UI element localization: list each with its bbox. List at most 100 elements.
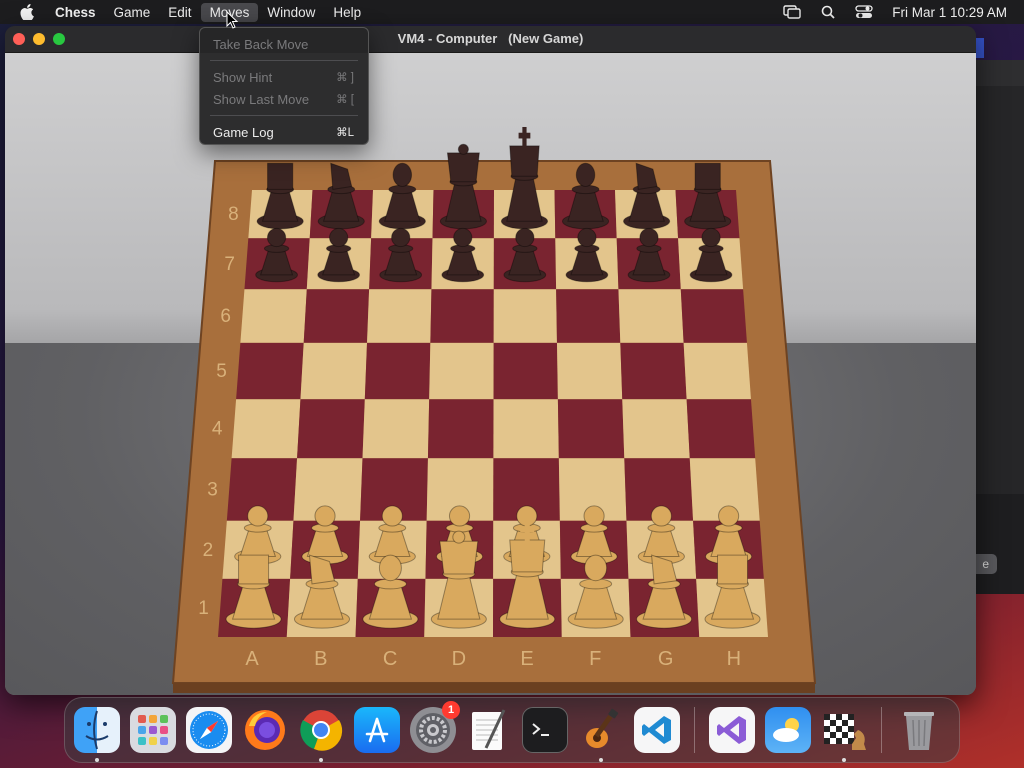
menu-clock[interactable]: Fri Mar 1 10:29 AM (892, 5, 1007, 20)
firefox-icon (245, 710, 285, 750)
chess-board[interactable]: 8 7 6 5 4 3 2 1 A B C D E F G H (5, 53, 976, 695)
board-square (231, 399, 301, 459)
menu-game[interactable]: Game (105, 3, 160, 22)
dock-chess[interactable] (821, 707, 867, 762)
window-title: VM4 - Computer (New Game) (397, 31, 584, 46)
dock-visual-studio[interactable] (709, 707, 755, 753)
menu-window[interactable]: Window (258, 3, 324, 22)
chess-scene: 8 7 6 5 4 3 2 1 A B C D E F G H (5, 53, 976, 695)
board-frame-edge (173, 683, 815, 693)
board-square (493, 399, 559, 459)
chrome-icon (300, 710, 343, 751)
board-square (300, 342, 368, 400)
file-label: G (658, 648, 674, 670)
file-label: D (452, 648, 466, 670)
weather-icon (773, 718, 799, 742)
file-label: F (589, 648, 601, 670)
dock-firefox[interactable] (242, 707, 288, 753)
dock-finder[interactable] (74, 707, 120, 762)
menu-item-label: Game Log (213, 124, 274, 140)
board-square (686, 399, 756, 459)
menu-chess[interactable]: Chess (55, 3, 105, 22)
dock-system-settings[interactable]: 1 (410, 701, 460, 753)
moves-menu: Take Back Move Show Hint ⌘ ] Show Last M… (199, 27, 369, 145)
rank-label: 2 (203, 540, 214, 561)
apple-menu-icon[interactable] (19, 4, 35, 20)
launchpad-icon (138, 715, 168, 745)
chess-window: VM4 - Computer (New Game) 8 7 6 5 4 3 2 1 A B C D E F… (5, 26, 976, 695)
menu-item-label: Show Hint (213, 69, 273, 85)
menu-help[interactable]: Help (324, 3, 370, 22)
running-indicator (95, 758, 99, 762)
spotlight-search-icon[interactable] (817, 4, 839, 20)
rank-label: 8 (228, 204, 239, 225)
dock-terminal[interactable] (522, 707, 568, 753)
menu-item-take-back-move[interactable]: Take Back Move (200, 33, 368, 55)
dock-safari[interactable] (186, 707, 232, 753)
board-square (618, 289, 684, 343)
rank-label: 7 (224, 254, 235, 275)
menu-edit[interactable]: Edit (159, 3, 200, 22)
app-store-icon (365, 717, 389, 743)
dock-vscode[interactable] (634, 707, 680, 753)
board-square (427, 399, 494, 459)
rank-label: 5 (216, 361, 227, 382)
board-square (557, 399, 625, 459)
board-square (240, 289, 307, 343)
control-center-icon[interactable] (853, 4, 875, 20)
board-square (680, 289, 747, 343)
menu-item-show-last-move[interactable]: Show Last Move ⌘ [ (200, 88, 368, 110)
menu-item-shortcut: ⌘ ] (336, 72, 354, 84)
board-square (556, 289, 621, 343)
menu-item-shortcut: ⌘L (336, 127, 354, 139)
board-square (556, 342, 623, 400)
dock-trash[interactable] (896, 707, 942, 753)
board-square (683, 342, 751, 400)
notification-badge: 1 (442, 701, 460, 719)
menu-item-show-hint[interactable]: Show Hint ⌘ ] (200, 66, 368, 88)
dock-textedit[interactable] (466, 707, 512, 753)
menu-bar: Chess Game Edit Moves Window Help Fri Ma… (0, 0, 1024, 24)
board-square (367, 289, 432, 343)
visual-studio-icon (717, 716, 746, 744)
mouse-cursor-icon (226, 11, 238, 29)
garageband-icon (586, 708, 619, 748)
menu-separator (210, 115, 358, 116)
window-titlebar[interactable]: VM4 - Computer (New Game) (5, 26, 976, 53)
board-square (622, 399, 690, 459)
menu-item-shortcut: ⌘ [ (336, 94, 354, 106)
file-label: A (245, 648, 259, 670)
dock-garageband[interactable] (578, 707, 624, 762)
dock-chrome[interactable] (298, 707, 344, 762)
dock-separator (881, 707, 882, 753)
menu-item-label: Take Back Move (213, 36, 309, 52)
dock-launchpad[interactable] (130, 707, 176, 753)
file-label: B (314, 648, 327, 670)
file-label: E (520, 648, 533, 670)
board-square (620, 342, 687, 400)
board-square (362, 399, 430, 459)
rank-label: 4 (212, 419, 223, 440)
board-square (493, 289, 557, 343)
status-area: Fri Mar 1 10:29 AM (774, 4, 1007, 20)
trash-icon (904, 712, 934, 750)
rank-label: 3 (207, 479, 218, 500)
dock-app-store[interactable] (354, 707, 400, 753)
dock-weather[interactable] (765, 707, 811, 753)
dock-separator (694, 707, 695, 753)
board-square (303, 289, 370, 343)
vscode-icon (642, 716, 671, 744)
menu-separator (210, 60, 358, 61)
running-indicator (599, 758, 603, 762)
screen-mirroring-icon[interactable] (781, 4, 803, 20)
file-label: C (383, 648, 397, 670)
menu-item-label: Show Last Move (213, 91, 310, 107)
terminal-icon (532, 723, 549, 736)
running-indicator (319, 758, 323, 762)
chess-icon (824, 714, 866, 750)
safari-icon (190, 711, 228, 749)
board-square (429, 342, 494, 400)
file-label: H (727, 648, 741, 670)
menu-item-game-log[interactable]: Game Log ⌘L (200, 121, 368, 143)
board-square (430, 289, 494, 343)
